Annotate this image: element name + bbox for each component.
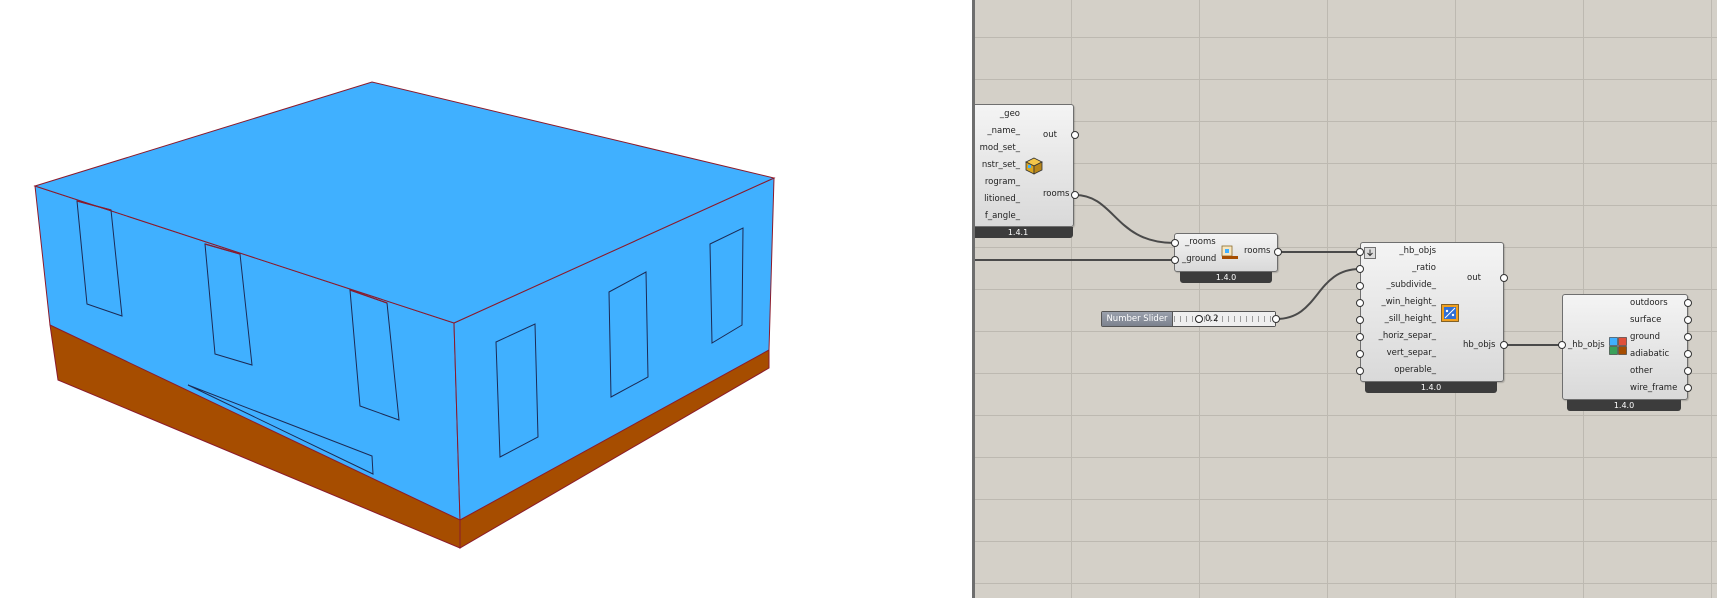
grip-out-hb-objs[interactable] — [1500, 341, 1508, 349]
input-sill-height[interactable]: _sill_height_ — [1361, 314, 1436, 325]
window-ratio-icon — [1441, 304, 1459, 322]
building-model — [33, 81, 776, 549]
slider-ticks — [1174, 316, 1271, 322]
grip-in-hb-objs[interactable] — [1356, 248, 1364, 256]
input-operable[interactable]: operable_ — [1361, 365, 1436, 376]
grip-slider-out[interactable] — [1272, 315, 1280, 323]
output-rooms[interactable]: rooms — [1043, 189, 1069, 200]
output-wire-frame[interactable]: wire_frame — [1630, 383, 1677, 394]
grip-out-adiabatic[interactable] — [1684, 350, 1692, 358]
rhino-viewport[interactable] — [0, 0, 972, 598]
input-ratio[interactable]: _ratio — [1361, 263, 1436, 274]
slider-value: 0.2 — [1205, 314, 1219, 324]
grip-in-operable[interactable] — [1356, 367, 1364, 375]
input-constr-set[interactable]: nstr_set_ — [975, 160, 1020, 171]
input-vert-separ[interactable]: vert_separ_ — [1361, 348, 1436, 359]
grasshopper-canvas[interactable]: _geo _name_ mod_set_ nstr_set_ rogram_ l… — [975, 0, 1717, 598]
grip-out-out[interactable] — [1500, 274, 1508, 282]
output-other[interactable]: other — [1630, 366, 1653, 377]
output-rooms[interactable]: rooms — [1244, 246, 1270, 257]
input-subdivide[interactable]: _subdivide_ — [1361, 280, 1437, 291]
slider-knob[interactable] — [1195, 315, 1203, 323]
output-hb-objs[interactable]: hb_objs — [1463, 340, 1495, 351]
grip-out-wire-frame[interactable] — [1684, 384, 1692, 392]
input-roof-angle[interactable]: f_angle_ — [975, 211, 1020, 222]
ground-adjacency-icon — [1221, 245, 1238, 259]
hb-visualize-bc-component[interactable]: _hb_objs outdoors surface ground adiabat… — [1562, 294, 1688, 400]
grip-in-rooms[interactable] — [1171, 239, 1179, 247]
grip-in-sill-height[interactable] — [1356, 316, 1364, 324]
grip-out-outdoors[interactable] — [1684, 299, 1692, 307]
number-slider[interactable]: Number Slider 0.2 — [1101, 311, 1276, 327]
hb-aperture-by-ratio-component[interactable]: _hb_objs _ratio _subdivide_ _win_height_… — [1360, 242, 1504, 382]
grip-in-subdivide[interactable] — [1356, 282, 1364, 290]
input-hb-objs[interactable]: _hb_objs — [1361, 246, 1436, 257]
input-win-height[interactable]: _win_height_ — [1361, 297, 1436, 308]
grip-in-vert-separ[interactable] — [1356, 350, 1364, 358]
output-out[interactable]: out — [1467, 273, 1481, 284]
version-label: 1.4.0 — [1365, 382, 1497, 393]
grip-in-ground[interactable] — [1171, 256, 1179, 264]
input-hb-objs[interactable]: _hb_objs — [1568, 340, 1605, 351]
grip-out[interactable] — [1071, 131, 1079, 139]
grip-rooms[interactable] — [1071, 191, 1079, 199]
hb-room-component[interactable]: _geo _name_ mod_set_ nstr_set_ rogram_ l… — [975, 104, 1074, 227]
grip-in-horiz-separ[interactable] — [1356, 333, 1364, 341]
input-rooms[interactable]: _rooms — [1185, 237, 1216, 248]
version-label: 1.4.0 — [1180, 272, 1272, 283]
input-horiz-separ[interactable]: _horiz_separ_ — [1361, 331, 1436, 342]
wire-rooms-to-adjacency — [1074, 194, 1175, 244]
input-ground[interactable]: _ground — [1182, 254, 1216, 265]
input-conditioned[interactable]: litioned_ — [975, 194, 1020, 205]
input-geo[interactable]: _geo — [975, 109, 1020, 120]
grip-out-other[interactable] — [1684, 367, 1692, 375]
hb-adjacency-component[interactable]: _rooms _ground rooms — [1174, 233, 1278, 272]
output-ground[interactable]: ground — [1630, 332, 1660, 343]
grip-in-hb-objs[interactable] — [1558, 341, 1566, 349]
output-outdoors[interactable]: outdoors — [1630, 298, 1668, 309]
wire-slider-to-ratio — [1275, 268, 1361, 320]
grip-in-win-height[interactable] — [1356, 299, 1364, 307]
grip-out-rooms[interactable] — [1274, 248, 1282, 256]
input-program[interactable]: rogram_ — [975, 177, 1020, 188]
grip-out-surface[interactable] — [1684, 316, 1692, 324]
grip-in-ratio[interactable] — [1356, 265, 1364, 273]
boundary-color-icon — [1609, 337, 1627, 355]
grip-out-ground[interactable] — [1684, 333, 1692, 341]
output-adiabatic[interactable]: adiabatic — [1630, 349, 1669, 360]
version-label: 1.4.1 — [975, 227, 1073, 238]
input-mod-set[interactable]: mod_set_ — [975, 143, 1020, 154]
output-surface[interactable]: surface — [1630, 315, 1661, 326]
version-label: 1.4.0 — [1567, 400, 1681, 411]
slider-name: Number Slider — [1102, 312, 1173, 326]
input-name[interactable]: _name_ — [975, 126, 1020, 137]
room-cube-icon — [1025, 157, 1043, 175]
output-out[interactable]: out — [1043, 130, 1057, 141]
